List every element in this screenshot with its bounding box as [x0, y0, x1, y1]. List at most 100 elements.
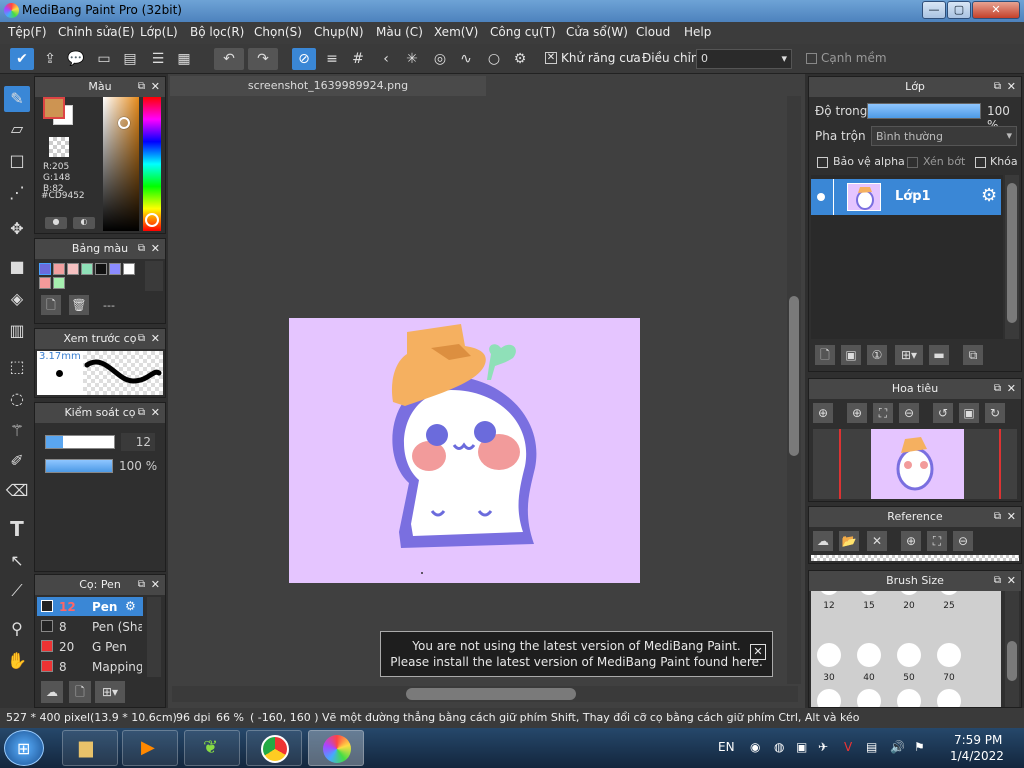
brush-list-scrollbar[interactable] [147, 597, 161, 677]
brush-tool-icon[interactable]: ✎ [4, 86, 30, 112]
close-reference-icon[interactable]: ✕ [867, 531, 887, 551]
fill-rect-tool-icon[interactable]: ■ [4, 254, 30, 280]
share-icon[interactable]: ⇪ [38, 48, 62, 70]
new-halftone-layer-icon[interactable]: ▣ [841, 345, 861, 365]
brush-size-dot[interactable] [897, 689, 921, 707]
clipping-checkbox[interactable] [907, 157, 918, 168]
taskbar-file-explorer[interactable]: ▆ [62, 730, 118, 766]
menu-capture[interactable]: Chụp(N) [314, 25, 364, 39]
close-icon[interactable]: ✕ [1007, 77, 1016, 97]
hue-handle[interactable] [145, 213, 159, 227]
color-swap-icon[interactable]: ◐ [73, 217, 95, 229]
foreground-color-swatch[interactable] [43, 97, 65, 119]
rotate-left-icon[interactable]: ↺ [933, 403, 953, 423]
close-icon[interactable]: ✕ [151, 77, 160, 97]
curve-snap-icon[interactable]: ∿ [454, 48, 478, 70]
brush-opacity-slider[interactable] [45, 459, 113, 473]
folder-icon[interactable]: ▬ [929, 345, 949, 365]
circle-snap-icon[interactable]: ◎ [428, 48, 452, 70]
brush-size-dot[interactable] [857, 689, 881, 707]
layer-scrollbar[interactable] [1005, 175, 1019, 339]
notification-line-2[interactable]: Please install the latest version of Med… [381, 654, 772, 670]
lock-checkbox[interactable] [975, 157, 986, 168]
brush-size-value[interactable]: 12 [121, 433, 155, 451]
document-tab[interactable]: screenshot_1639989924.png [170, 76, 486, 96]
canvas-area[interactable]: screenshot_1639989924.png You are not us… [168, 74, 805, 708]
zalo-icon[interactable]: ◉ [750, 740, 760, 754]
shape-tool-icon[interactable]: □ [4, 148, 30, 174]
add-brush-icon[interactable]: ⊞▾ [95, 681, 125, 703]
new-1bit-layer-icon[interactable]: ① [867, 345, 887, 365]
ellipse-snap-icon[interactable]: ○ [482, 48, 506, 70]
zoom-out-icon[interactable]: ⊖ [899, 403, 919, 423]
zoom-in-icon[interactable]: ⊕ [901, 531, 921, 551]
palette-swatch[interactable] [39, 263, 51, 275]
snap-settings-icon[interactable]: ⚙ [508, 48, 532, 70]
menu-view[interactable]: Xem(V) [434, 25, 478, 39]
close-icon[interactable]: ✕ [151, 239, 160, 259]
tray-app-icon[interactable]: ▣ [796, 740, 807, 754]
fit-window-icon[interactable]: ⛶ [927, 531, 947, 551]
taskbar-chrome[interactable] [246, 730, 302, 766]
tray-tool-icon[interactable]: ✈ [818, 740, 828, 754]
brush-size-dot[interactable] [899, 591, 919, 595]
menu-window[interactable]: Cửa sổ(W) [566, 25, 628, 39]
palette-swatch[interactable] [109, 263, 121, 275]
cloud-reference-icon[interactable]: ☁ [813, 531, 833, 551]
brush-size-dot[interactable] [857, 643, 881, 667]
bucket-tool-icon[interactable]: ◈ [4, 286, 30, 312]
close-button[interactable]: ✕ [972, 1, 1020, 19]
popout-icon[interactable]: ⧉ [994, 379, 1001, 399]
gear-icon[interactable]: ⚙ [125, 599, 136, 613]
redo-icon[interactable]: ↷ [248, 48, 278, 70]
popout-icon[interactable]: ⧉ [994, 77, 1001, 97]
dot-tool-icon[interactable]: ⋰ [4, 180, 30, 206]
close-icon[interactable]: ✕ [151, 403, 160, 423]
brush-size-dot[interactable] [937, 643, 961, 667]
popout-icon[interactable]: ⧉ [994, 571, 1001, 591]
popout-icon[interactable]: ⧉ [138, 77, 145, 97]
new-layer-icon[interactable]: 🗋 [815, 345, 835, 365]
brush-size-dot[interactable] [819, 591, 839, 595]
gradient-tool-icon[interactable]: ▥ [4, 318, 30, 344]
new-brush-icon[interactable]: 🗋 [69, 681, 91, 703]
open-folder-icon[interactable]: 📂 [839, 531, 859, 551]
menu-filter[interactable]: Bộ lọc(R) [190, 25, 244, 39]
artboard[interactable] [289, 318, 640, 583]
brush-size-dot[interactable] [939, 591, 959, 595]
vivaldi-icon[interactable]: V [844, 740, 852, 754]
page-icon[interactable]: ▤ [118, 48, 142, 70]
close-icon[interactable]: ✕ [1007, 571, 1016, 591]
color-picker-handle[interactable] [118, 117, 130, 129]
brush-item[interactable]: 8 Pen (Sha [37, 617, 143, 636]
comment-icon[interactable]: 💬 [64, 48, 88, 70]
divide-tool-icon[interactable]: ⟋ [4, 578, 30, 604]
transparent-swatch[interactable] [49, 137, 69, 157]
menu-layer[interactable]: Lớp(L) [140, 25, 178, 39]
taskbar-app[interactable]: ❦ [184, 730, 240, 766]
operation-tool-icon[interactable]: ↖ [4, 548, 30, 574]
vertical-scrollbar[interactable] [787, 96, 801, 684]
palette-scrollbar[interactable] [145, 261, 163, 291]
close-icon[interactable]: ✕ [151, 575, 160, 595]
maximize-button[interactable]: ▢ [947, 1, 971, 19]
rotate-right-icon[interactable]: ↻ [985, 403, 1005, 423]
duplicate-layer-icon[interactable]: ⧉ [963, 345, 983, 365]
list-icon[interactable]: ☰ [146, 48, 170, 70]
palette-swatch[interactable] [53, 277, 65, 289]
fit-window-icon[interactable]: ⛶ [873, 403, 893, 423]
zoom-out-icon[interactable]: ⊖ [953, 531, 973, 551]
palette-swatch[interactable] [81, 263, 93, 275]
magic-wand-tool-icon[interactable]: ⚚ [4, 418, 30, 444]
layer-opacity-slider[interactable] [867, 103, 981, 119]
discord-icon[interactable]: ◍ [774, 740, 784, 754]
navigator-preview[interactable] [813, 429, 1017, 499]
popout-icon[interactable]: ⧉ [138, 329, 145, 349]
network-icon[interactable]: ▤ [866, 740, 877, 754]
undo-icon[interactable]: ↶ [214, 48, 244, 70]
brush-item[interactable]: 8 Mapping [37, 657, 143, 676]
clock-time[interactable]: 7:59 PM [954, 733, 1002, 747]
move-tool-icon[interactable]: ✥ [4, 216, 30, 242]
text-tool-icon[interactable]: T [4, 516, 30, 542]
menu-tools[interactable]: Công cụ(T) [490, 25, 556, 39]
